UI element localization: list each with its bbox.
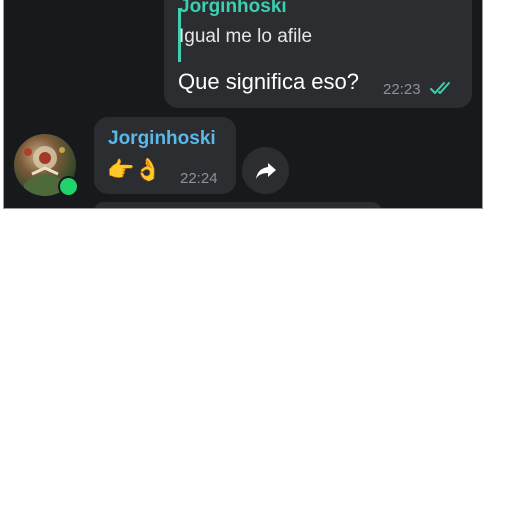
message-text: 👉👌 xyxy=(107,157,162,182)
sender-name[interactable]: Jorginhoski xyxy=(108,128,216,150)
reply-sender-name: Jorginhoski xyxy=(179,0,287,17)
message-text: Que significa eso? xyxy=(178,69,359,94)
double-check-icon xyxy=(430,82,450,94)
incoming-message-bubble[interactable]: Jorginhoski 👉👌 22:24 xyxy=(94,117,236,194)
next-message-bubble[interactable] xyxy=(94,202,382,208)
outgoing-message-bubble[interactable]: Jorginhoski Igual me lo afile Que signif… xyxy=(164,0,472,108)
online-status-dot xyxy=(58,176,79,197)
share-button[interactable] xyxy=(242,147,289,194)
message-time: 22:24 xyxy=(180,170,218,187)
share-arrow-icon xyxy=(255,162,276,179)
chat-view: Jorginhoski Igual me lo afile Que signif… xyxy=(3,0,483,209)
reply-quoted-text: Igual me lo afile xyxy=(179,26,313,47)
message-time: 22:23 xyxy=(383,81,421,98)
